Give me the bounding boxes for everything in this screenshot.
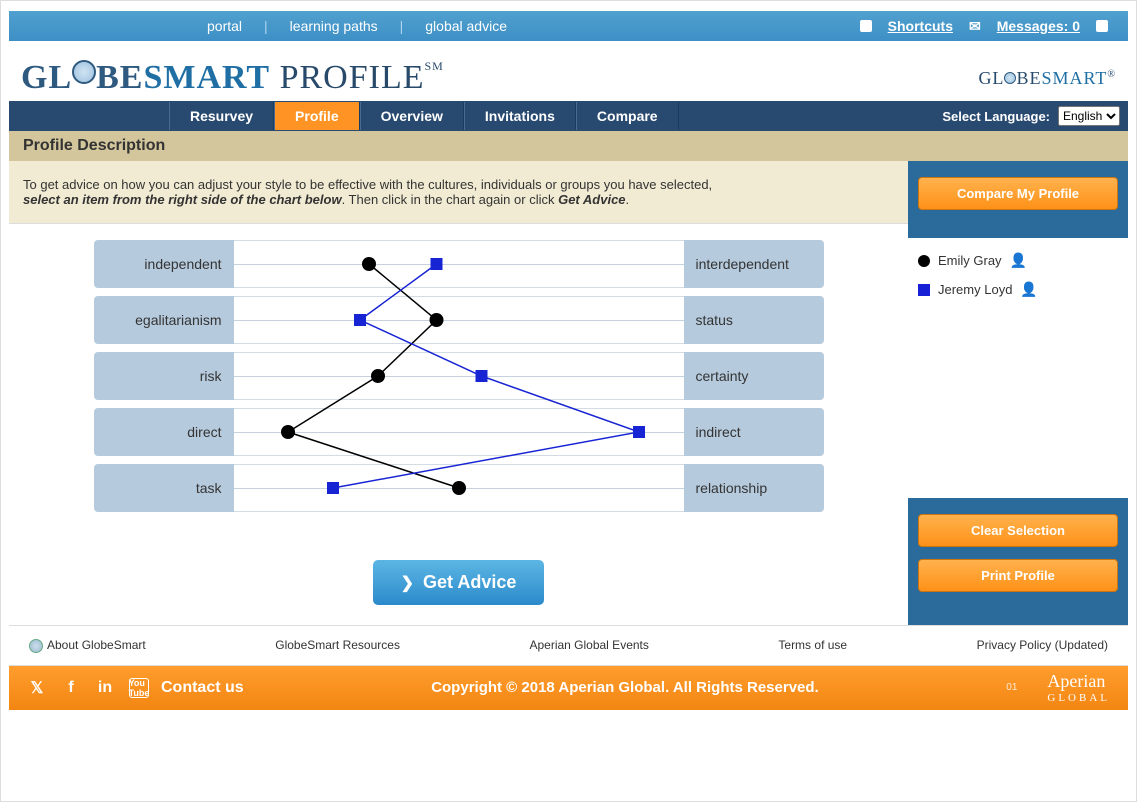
legend-label: Jeremy Loyd (938, 282, 1012, 297)
dimension-right-label[interactable]: indirect (684, 408, 824, 456)
section-title: Profile Description (9, 131, 1128, 161)
linkedin-icon[interactable]: in (95, 678, 115, 698)
bookmark-icon (860, 20, 872, 32)
topbar-link-learning-paths[interactable]: learning paths (282, 18, 386, 34)
messages-link[interactable]: Messages: 0 (997, 18, 1080, 34)
person-icon: 👤 (1020, 281, 1037, 298)
compare-my-profile-button[interactable]: Compare My Profile (918, 177, 1118, 210)
chart-track[interactable] (234, 408, 684, 456)
footer-link-privacy[interactable]: Privacy Policy (Updated) (977, 638, 1108, 653)
chart-row[interactable]: task relationship (94, 464, 824, 512)
language-select[interactable]: English (1058, 106, 1120, 126)
topbar-link-global-advice[interactable]: global advice (417, 18, 515, 34)
chart-track[interactable] (234, 240, 684, 288)
footer-link-about[interactable]: About GlobeSmart (29, 638, 146, 653)
language-label: Select Language: (942, 109, 1050, 124)
main-nav: Resurvey Profile Overview Invitations Co… (9, 101, 1128, 131)
profile-chart[interactable]: independent interdependent egalitarianism s… (94, 240, 824, 540)
circle-marker-icon (918, 255, 930, 267)
footer-link-events[interactable]: Aperian Global Events (529, 638, 648, 653)
footer-link-terms[interactable]: Terms of use (778, 638, 847, 653)
main-logo: GL BESMART PROFILESM (21, 59, 444, 97)
get-advice-button[interactable]: ❯ Get Advice (373, 560, 545, 605)
top-bar: portal | learning paths | global advice … (9, 11, 1128, 41)
person-icon: 👤 (1010, 252, 1027, 269)
youtube-icon[interactable]: YouTube (129, 678, 149, 698)
envelope-icon: ✉ (969, 18, 981, 35)
legend: Emily Gray 👤Jeremy Loyd 👤 (908, 238, 1128, 498)
chart-row[interactable]: direct indirect (94, 408, 824, 456)
footer-brand: Aperian GLOBAL (1047, 671, 1110, 704)
logo-row: GLBESMART PROFILESM GLBESMART® (9, 41, 1128, 101)
user-icon[interactable] (1096, 20, 1108, 32)
logo-text: BE (1016, 68, 1041, 88)
dimension-right-label[interactable]: certainty (684, 352, 824, 400)
tab-overview[interactable]: Overview (360, 102, 464, 130)
legend-label: Emily Gray (938, 253, 1002, 268)
footer-number: 01 (1006, 682, 1017, 693)
legend-item[interactable]: Emily Gray 👤 (918, 252, 1118, 269)
dimension-left-label: egalitarianism (94, 296, 234, 344)
chart-row[interactable]: egalitarianism status (94, 296, 824, 344)
legend-item[interactable]: Jeremy Loyd 👤 (918, 281, 1118, 298)
chart-track[interactable] (234, 464, 684, 512)
footer-link-resources[interactable]: GlobeSmart Resources (275, 638, 400, 653)
chart-row[interactable]: independent interdependent (94, 240, 824, 288)
print-profile-button[interactable]: Print Profile (918, 559, 1118, 592)
logo-text: PROFILE (270, 59, 424, 96)
topbar-link-portal[interactable]: portal (199, 18, 250, 34)
shortcuts-link[interactable]: Shortcuts (888, 18, 953, 34)
side-panel: Compare My Profile Emily Gray 👤Jeremy Lo… (908, 161, 1128, 625)
dimension-left-label: direct (94, 408, 234, 456)
tab-profile[interactable]: Profile (274, 102, 360, 130)
tab-compare[interactable]: Compare (576, 102, 679, 130)
dimension-left-label: independent (94, 240, 234, 288)
secondary-logo: GL BESMART® (978, 68, 1116, 89)
globe-icon (72, 60, 96, 84)
footer-bar: 𝕏 f in YouTube Contact us Copyright © 20… (9, 666, 1128, 710)
dimension-left-label: risk (94, 352, 234, 400)
dimension-right-label[interactable]: interdependent (684, 240, 824, 288)
dimension-right-label[interactable]: relationship (684, 464, 824, 512)
separator: | (264, 18, 268, 34)
logo-text: GL (21, 59, 72, 96)
tab-resurvey[interactable]: Resurvey (169, 102, 274, 130)
logo-text: SMART (143, 59, 270, 96)
separator: | (400, 18, 404, 34)
main-panel: To get advice on how you can adjust your… (9, 161, 908, 625)
dimension-right-label[interactable]: status (684, 296, 824, 344)
chart-track[interactable] (234, 296, 684, 344)
contact-us-link[interactable]: Contact us (161, 679, 244, 697)
chevron-right-icon: ❯ (401, 575, 414, 592)
footer-links: About GlobeSmart GlobeSmart Resources Ap… (9, 625, 1128, 666)
square-marker-icon (918, 284, 930, 296)
reg-mark: ® (1107, 69, 1116, 80)
clear-selection-button[interactable]: Clear Selection (918, 514, 1118, 547)
globe-icon (1004, 72, 1016, 84)
dimension-left-label: task (94, 464, 234, 512)
tab-invitations[interactable]: Invitations (464, 102, 576, 130)
facebook-icon[interactable]: f (61, 678, 81, 698)
button-label: Get Advice (423, 572, 516, 592)
chart-row[interactable]: risk certainty (94, 352, 824, 400)
logo-text: GL (978, 68, 1004, 88)
logo-text: SMART (1041, 68, 1107, 88)
sm-mark: SM (425, 59, 444, 73)
copyright-text: Copyright © 2018 Aperian Global. All Rig… (244, 679, 1007, 696)
logo-text: BE (96, 59, 143, 96)
twitter-icon[interactable]: 𝕏 (27, 678, 47, 698)
chart-track[interactable] (234, 352, 684, 400)
instructions-text: To get advice on how you can adjust your… (9, 161, 908, 224)
